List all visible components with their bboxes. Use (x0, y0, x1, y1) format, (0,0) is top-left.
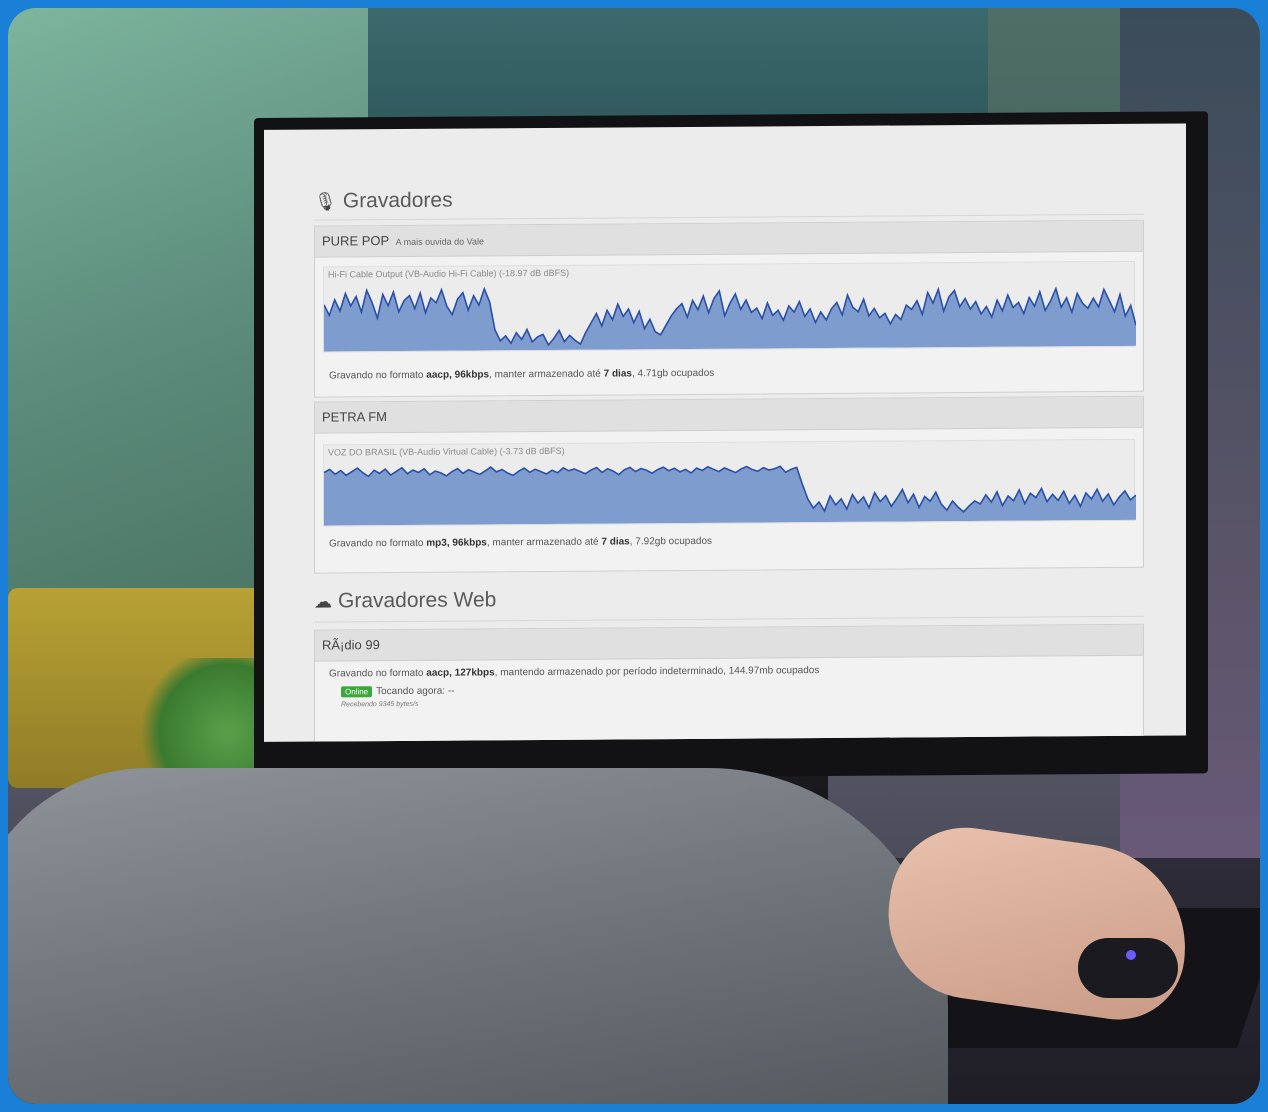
recording-status: Gravando no formato mp3, 96kbps, manter … (329, 536, 712, 550)
web-recorders-heading: ☁ Gravadores Web (314, 588, 496, 613)
mouse-led (1126, 950, 1136, 960)
recording-status: Gravando no formato aacp, 127kbps, mante… (329, 665, 819, 679)
station-name: PURE POP (322, 233, 389, 249)
waveform-box: VOZ DO BRASIL (VB-Audio Virtual Cable) (… (323, 438, 1136, 527)
station-panel-petra-fm: PETRA FM VOZ DO BRASIL (VB-Audio Virtual… (314, 395, 1144, 574)
web-recorders-title: Gravadores Web (338, 588, 497, 613)
retention-period: 7 dias (603, 368, 632, 380)
recorders-title: Gravadores (342, 188, 453, 213)
recording-format: mp3, 96kbps (426, 537, 487, 549)
audio-waveform (324, 465, 1136, 526)
status-middle: , manter armazenado até (486, 536, 599, 549)
station-tagline: A mais ouvida do Vale (395, 236, 484, 248)
now-playing-row: Online Tocando agora: -- (341, 686, 455, 698)
retention-period: 7 dias (601, 536, 630, 548)
cloud-download-icon: ☁ (314, 590, 332, 612)
station-header: RÃ¡dio 99 (315, 624, 1143, 662)
recording-status: Gravando no formato aacp, 96kbps, manter… (329, 368, 714, 382)
audio-waveform (324, 286, 1136, 352)
monitor-screen: 🎙 Gravadores PURE POP A mais ouvida do V… (264, 123, 1186, 742)
waveform-area (324, 466, 1136, 526)
audio-source-label: VOZ DO BRASIL (VB-Audio Virtual Cable) (… (328, 445, 565, 458)
microphone-icon: 🎙 (314, 190, 337, 212)
recording-format: aacp, 96kbps (426, 369, 490, 381)
station-panel-pure-pop: PURE POP A mais ouvida do Vale Hi-Fi Cab… (314, 219, 1144, 398)
status-prefix: Gravando no formato (329, 537, 424, 550)
receiving-rate: Recebendo 9345 bytes/s (341, 700, 419, 709)
station-header: PETRA FM (315, 396, 1143, 434)
waveform-box: Hi-Fi Cable Output (VB-Audio Hi-Fi Cable… (323, 260, 1136, 353)
station-name: RÃ¡dio 99 (322, 637, 380, 653)
storage-used: , mantendo armazenado por período indete… (494, 665, 820, 679)
status-prefix: Gravando no formato (329, 369, 424, 382)
recorders-divider (314, 213, 1144, 221)
audio-source-label: Hi-Fi Cable Output (VB-Audio Hi-Fi Cable… (328, 267, 570, 280)
station-header: PURE POP A mais ouvida do Vale (315, 220, 1143, 258)
storage-used: , 4.71gb ocupados (631, 367, 715, 380)
computer-mouse (1078, 938, 1178, 998)
monitor: 🎙 Gravadores PURE POP A mais ouvida do V… (254, 111, 1208, 780)
recording-format: aacp, 127kbps (426, 667, 495, 679)
storage-used: , 7.92gb ocupados (629, 535, 713, 548)
person-arm (8, 768, 948, 1104)
waveform-area (324, 288, 1136, 352)
recorders-heading: 🎙 Gravadores (314, 189, 453, 214)
online-badge: Online (341, 686, 373, 698)
now-playing: Tocando agora: -- (376, 685, 455, 698)
station-panel-radio-99: RÃ¡dio 99 Gravando no formato aacp, 127k… (314, 623, 1144, 742)
status-middle: , manter armazenado até (489, 368, 601, 381)
station-name: PETRA FM (322, 409, 388, 425)
photo-frame: 🎙 Gravadores PURE POP A mais ouvida do V… (8, 8, 1260, 1104)
status-prefix: Gravando no formato (329, 667, 424, 680)
web-recorders-divider (314, 615, 1144, 623)
